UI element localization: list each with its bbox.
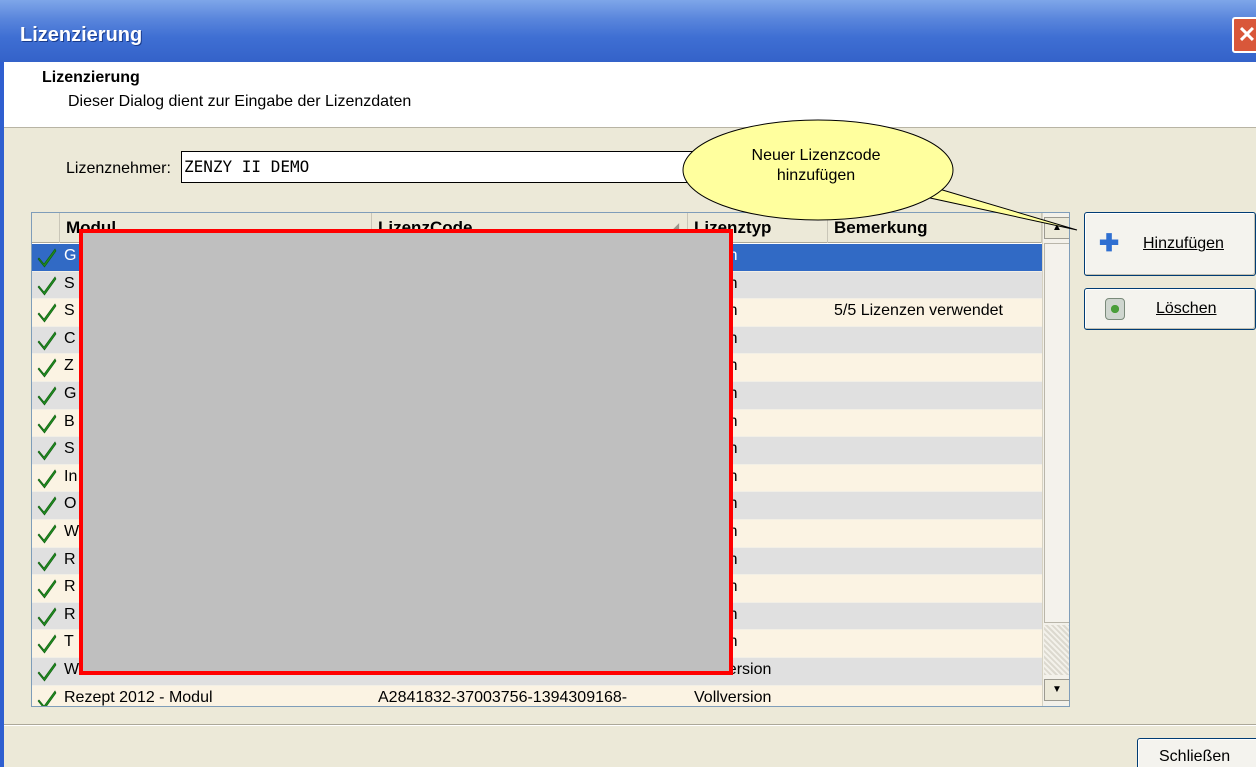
check-icon: [37, 276, 57, 296]
delete-button-label: Löschen: [1156, 300, 1217, 317]
check-icon: [37, 248, 57, 268]
vertical-scrollbar[interactable]: ▲ ▼: [1042, 213, 1069, 706]
tooltip-balloon: Neuer Lizenzcode hinzufügen: [681, 118, 1078, 231]
tooltip-text: Neuer Lizenzcode hinzufügen: [751, 147, 881, 184]
license-dialog: Lizenzierung ✕ Lizenzierung Dieser Dialo…: [0, 0, 1256, 767]
check-icon: [37, 662, 57, 682]
licensee-input[interactable]: ZENZY II DEMO: [181, 151, 741, 183]
add-button-label: Hinzufügen: [1143, 235, 1224, 252]
check-icon: [37, 469, 57, 489]
delete-license-button[interactable]: Löschen: [1084, 288, 1256, 330]
check-icon: [37, 579, 57, 599]
close-icon: ✕: [1237, 22, 1256, 47]
scrollbar-track[interactable]: [1044, 625, 1069, 675]
check-icon: [37, 441, 57, 461]
check-icon: [37, 331, 57, 351]
redaction-box: [79, 229, 733, 675]
table-row[interactable]: Rezept 2012 - Modul A2841832-37003756-139…: [32, 685, 1042, 706]
close-window-button[interactable]: ✕: [1232, 17, 1256, 53]
close-button[interactable]: Schließen: [1137, 738, 1256, 767]
plus-icon: ✚: [1099, 230, 1120, 257]
check-icon: [37, 634, 57, 654]
cell-lizenzcode: A2841832-37003756-1394309168-: [378, 688, 628, 706]
header-title: Lizenzierung: [42, 69, 140, 86]
scrollbar-thumb[interactable]: [1044, 243, 1069, 623]
recycle-bin-icon: [1105, 298, 1125, 320]
check-icon: [37, 607, 57, 627]
cell-modul: Rezept 2012 - Modul: [64, 688, 213, 706]
window-title: Lizenzierung: [20, 24, 143, 46]
footer-separator: [4, 724, 1256, 726]
column-header-status: [32, 213, 60, 243]
check-icon: [37, 358, 57, 378]
check-icon: [37, 689, 57, 706]
cell-lizenztyp: Vollversion: [694, 688, 772, 706]
check-icon: [37, 496, 57, 516]
check-icon: [37, 524, 57, 544]
add-license-button[interactable]: ✚ Hinzufügen: [1084, 212, 1256, 276]
licensee-label: Lizenznehmer:: [66, 160, 171, 177]
scroll-down-icon: ▼: [1052, 684, 1062, 695]
cell-bemerkung: 5/5 Lizenzen verwendet: [834, 302, 1003, 320]
title-bar: Lizenzierung ✕: [0, 0, 1256, 62]
header-subtitle: Dieser Dialog dient zur Eingabe der Lize…: [68, 93, 412, 110]
scroll-down-button[interactable]: ▼: [1044, 679, 1069, 701]
close-button-label: Schließen: [1159, 748, 1231, 765]
check-icon: [37, 413, 57, 434]
check-icon: [37, 386, 57, 406]
check-icon: [37, 551, 57, 572]
check-icon: [37, 303, 57, 323]
